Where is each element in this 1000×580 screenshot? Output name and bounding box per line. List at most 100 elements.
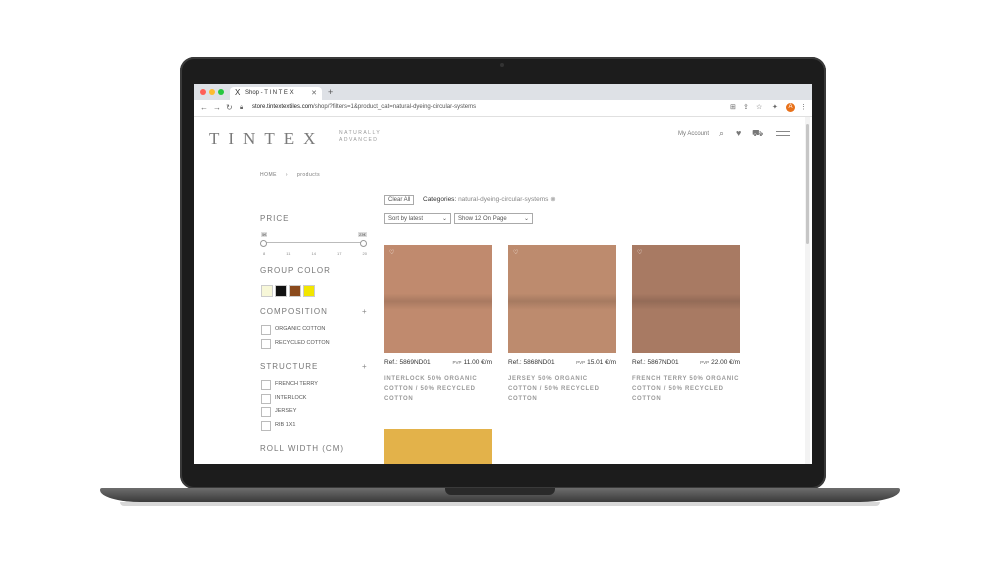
forward-icon[interactable]: →: [213, 103, 221, 113]
product-ref: Ref.: 5869ND01: [384, 359, 431, 366]
wishlist-heart-icon[interactable]: ♡: [389, 250, 394, 256]
sort-select-value: Sort by latest: [388, 216, 424, 222]
color-swatch-cream[interactable]: [261, 285, 273, 297]
price-slider-track: [263, 242, 363, 243]
chevron-down-icon: ⌄: [441, 216, 447, 222]
site-logo[interactable]: TINTEX: [209, 129, 324, 149]
tab-title: Shop - T I N T E X: [245, 90, 294, 96]
checkbox-french-terry[interactable]: [261, 380, 271, 390]
clear-all-button[interactable]: Clear All: [384, 195, 415, 205]
wishlist-heart-icon[interactable]: ♡: [637, 250, 642, 256]
tintex-favicon-icon: X: [235, 88, 241, 97]
remove-filter-icon[interactable]: ⊗: [550, 196, 555, 203]
price-tick: 8: [263, 251, 266, 256]
browser-toolbar: ← → ↻ 🔒︎ store.tintextextiles.com/shop/?…: [194, 100, 812, 117]
category-value: natural-dyeing-circular-systems: [458, 196, 549, 203]
breadcrumb-home[interactable]: HOME: [260, 172, 277, 178]
checkbox-label: FRENCH TERRY: [275, 381, 318, 387]
product-card[interactable]: [384, 429, 492, 464]
product-card[interactable]: ♡ Ref.: 5869ND01 PVP 11.00 €/m INTERLOCK …: [384, 245, 492, 405]
reload-icon[interactable]: ↻: [226, 103, 233, 113]
new-tab-icon[interactable]: +: [328, 87, 333, 97]
color-swatch-black[interactable]: [275, 285, 287, 297]
product-ref: Ref.: 5868ND01: [508, 359, 555, 366]
structure-expand-icon[interactable]: +: [362, 362, 367, 371]
breadcrumb: HOME › products: [260, 172, 320, 178]
product-card[interactable]: ♡ Ref.: 5867ND01 PVP 22.00 €/m FRENCH TER…: [632, 245, 740, 405]
price-filter-title: PRICE: [260, 214, 290, 223]
product-image[interactable]: ♡: [632, 245, 740, 353]
price-tick: 14: [311, 251, 316, 256]
product-price: PVP 15.01 €/m: [576, 359, 616, 366]
sort-select[interactable]: Sort by latest ⌄: [384, 213, 451, 224]
price-tick: 11: [286, 251, 291, 256]
checkbox-label: INTERLOCK: [275, 395, 307, 401]
maximize-window-button[interactable]: [218, 89, 224, 95]
search-icon[interactable]: ⌕: [719, 128, 724, 138]
checkbox-rib-1x1[interactable]: [261, 421, 271, 431]
back-icon[interactable]: ←: [200, 103, 208, 113]
site-tagline: NATURALLY ADVANCED: [339, 130, 382, 143]
browser-tab[interactable]: X Shop - T I N T E X ✕: [230, 87, 322, 100]
lock-icon: 🔒︎: [240, 105, 244, 111]
close-tab-icon[interactable]: ✕: [311, 89, 317, 97]
per-page-select[interactable]: Show 12 On Page ⌄: [454, 213, 533, 224]
price-tick: 17: [337, 251, 342, 256]
composition-title: COMPOSITION: [260, 307, 328, 316]
webcam: [500, 63, 504, 67]
checkbox-label: JERSEY: [275, 408, 297, 414]
close-window-button[interactable]: [200, 89, 206, 95]
translate-icon[interactable]: ⊞: [730, 103, 736, 113]
product-name[interactable]: FRENCH TERRY 50% ORGANIC COTTON / 50% RE…: [632, 374, 740, 404]
structure-title: STRUCTURE: [260, 362, 319, 371]
checkbox-interlock[interactable]: [261, 394, 271, 404]
group-color-title: GROUP COLOR: [260, 266, 331, 275]
price-ticks: 8 11 14 17 20: [263, 251, 367, 256]
menu-hamburger-icon[interactable]: [776, 131, 790, 139]
address-bar[interactable]: store.tintextextiles.com/shop/?filters=1…: [252, 104, 476, 110]
bookmark-star-icon[interactable]: ☆: [756, 103, 762, 113]
more-menu-icon[interactable]: ⋮: [800, 103, 807, 113]
checkbox-jersey[interactable]: [261, 407, 271, 417]
checkbox-recycled-cotton[interactable]: [261, 339, 271, 349]
product-ref: Ref.: 5867ND01: [632, 359, 679, 366]
price-slider-max-handle[interactable]: [360, 240, 367, 247]
wishlist-heart-icon[interactable]: ♡: [513, 250, 518, 256]
product-price: PVP 11.00 €/m: [452, 359, 492, 366]
wishlist-heart-icon[interactable]: ♥: [736, 128, 741, 138]
checkbox-label: RECYCLED COTTON: [275, 340, 330, 346]
category-label: Categories:: [423, 196, 457, 203]
price-max-tag: 23€: [358, 232, 367, 237]
minimize-window-button[interactable]: [209, 89, 215, 95]
checkbox-label: ORGANIC COTTON: [275, 326, 326, 332]
share-icon[interactable]: ⇪: [743, 103, 749, 113]
product-image[interactable]: ♡: [384, 245, 492, 353]
cart-icon[interactable]: ⛟: [752, 128, 763, 138]
product-name[interactable]: JERSEY 50% ORGANIC COTTON / 50% RECYCLED…: [508, 374, 616, 404]
profile-avatar[interactable]: A: [786, 103, 795, 112]
product-image[interactable]: ♡: [508, 245, 616, 353]
extensions-icon[interactable]: ✦: [772, 103, 778, 113]
color-swatch-brown[interactable]: [289, 285, 301, 297]
product-card[interactable]: ♡ Ref.: 5868ND01 PVP 15.01 €/m JERSEY 50%…: [508, 245, 616, 405]
color-swatch-yellow[interactable]: [303, 285, 315, 297]
product-name[interactable]: INTERLOCK 50% ORGANIC COTTON / 50% RECYC…: [384, 374, 492, 404]
scrollbar-thumb[interactable]: [806, 124, 809, 244]
roll-width-title: ROLL WIDTH (CM): [260, 444, 345, 453]
laptop-shadow: [120, 502, 880, 506]
price-slider-min-handle[interactable]: [260, 240, 267, 247]
checkbox-label: RIB 1X1: [275, 422, 296, 428]
laptop-notch: [445, 488, 555, 495]
tab-bar: X Shop - T I N T E X ✕ +: [194, 84, 812, 100]
checkbox-organic-cotton[interactable]: [261, 325, 271, 335]
price-min-tag: 5€: [261, 232, 268, 237]
product-price: PVP 22.00 €/m: [700, 359, 740, 366]
browser-window: X Shop - T I N T E X ✕ + ← → ↻ 🔒︎ store.…: [194, 84, 812, 464]
price-tick: 20: [362, 251, 367, 256]
my-account-link[interactable]: My Account: [678, 131, 709, 137]
product-image[interactable]: [384, 429, 492, 464]
breadcrumb-separator: ›: [285, 172, 289, 178]
breadcrumb-current: products: [296, 172, 321, 178]
composition-expand-icon[interactable]: +: [362, 307, 367, 316]
per-page-select-value: Show 12 On Page: [458, 216, 507, 222]
